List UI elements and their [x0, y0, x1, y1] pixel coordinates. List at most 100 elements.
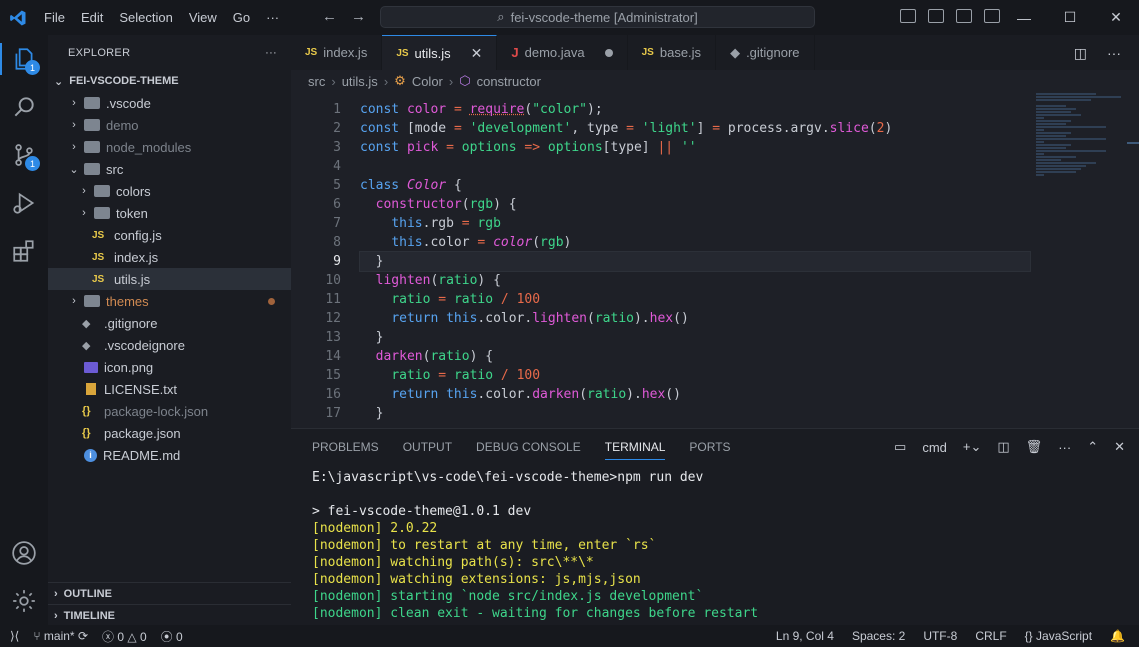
indentation[interactable]: Spaces: 2: [852, 629, 905, 643]
explorer-more-button[interactable]: ···: [265, 47, 277, 59]
more-actions-icon[interactable]: ···: [1058, 440, 1071, 455]
tree-item[interactable]: ◆ .vscodeignore: [48, 334, 291, 356]
tree-item[interactable]: › token: [48, 202, 291, 224]
tab-terminal[interactable]: TERMINAL: [604, 440, 666, 460]
scm-activity[interactable]: 1: [0, 131, 48, 179]
tab-base-js[interactable]: JS base.js: [628, 35, 717, 70]
outline-section[interactable]: › OUTLINE: [48, 582, 291, 604]
error-icon: ⓧ: [102, 629, 118, 644]
tree-item-label: config.js: [114, 227, 162, 243]
scrollbar-marker[interactable]: [1127, 142, 1139, 144]
close-window-icon[interactable]: ✕: [1093, 0, 1139, 35]
menu-go[interactable]: Go: [225, 10, 258, 25]
tab-output[interactable]: OUTPUT: [403, 440, 452, 454]
problems-item[interactable]: ⓧ 0 △ 0: [102, 628, 147, 645]
split-editor-icon[interactable]: ◫: [1074, 45, 1087, 62]
language-mode[interactable]: {} JavaScript: [1025, 629, 1092, 643]
tree-item[interactable]: JS config.js: [48, 224, 291, 246]
more-actions-icon[interactable]: ···: [1107, 45, 1121, 62]
terminal-shell-label[interactable]: cmd: [922, 440, 947, 455]
tree-item[interactable]: {} package-lock.json: [48, 400, 291, 422]
tree-item[interactable]: JS utils.js: [48, 268, 291, 290]
back-arrow-icon[interactable]: ←: [322, 8, 337, 25]
menu-more[interactable]: ···: [258, 10, 287, 25]
tree-item[interactable]: › colors: [48, 180, 291, 202]
toggle-panel-icon[interactable]: [928, 9, 944, 23]
remote-icon[interactable]: ⟩⟨: [10, 629, 19, 643]
minimap-line: [1036, 111, 1071, 113]
tree-item[interactable]: {} package.json: [48, 422, 291, 444]
terminal-output[interactable]: E:\javascript\vs-code\fei-vscode-theme>n…: [312, 469, 1112, 622]
tree-item[interactable]: › demo: [48, 114, 291, 136]
maximize-panel-icon[interactable]: ⌃: [1087, 439, 1098, 455]
cursor-position[interactable]: Ln 9, Col 4: [776, 629, 834, 643]
debug-activity[interactable]: [0, 179, 48, 227]
minimap-line: [1036, 138, 1106, 140]
timeline-section[interactable]: › TIMELINE: [48, 604, 291, 626]
manage-activity[interactable]: [0, 577, 48, 625]
search-icon: ⌕: [497, 9, 505, 24]
code-editor[interactable]: 1 2 3 4 5 6 7 8 9 10 11 12 13 14 15 16 17 const color = …: [291, 92, 1139, 428]
tree-item[interactable]: LICENSE.txt: [48, 378, 291, 400]
tree-item[interactable]: ◆ .gitignore: [48, 312, 291, 334]
tree-item[interactable]: icon.png: [48, 356, 291, 378]
workspace-root[interactable]: ⌄ FEI-VSCODE-THEME: [48, 70, 291, 92]
menu-edit[interactable]: Edit: [73, 10, 111, 25]
forward-arrow-icon[interactable]: →: [351, 8, 366, 25]
tree-item[interactable]: JS index.js: [48, 246, 291, 268]
close-tab-icon[interactable]: ✕: [471, 45, 483, 62]
tree-item[interactable]: ⌄ src: [48, 158, 291, 180]
menu-file[interactable]: File: [36, 10, 73, 25]
menu-selection[interactable]: Selection: [111, 10, 180, 25]
breadcrumb-class[interactable]: Color: [412, 74, 443, 89]
method-symbol-icon: ⬡: [459, 73, 471, 88]
menu-view[interactable]: View: [181, 10, 225, 25]
line-number: 13: [325, 330, 341, 345]
command-center[interactable]: ⌕ fei-vscode-theme [Administrator]: [380, 6, 815, 28]
breadcrumb-src[interactable]: src: [308, 74, 325, 89]
panel-actions: ▭ cmd +⌄ ◫ 🗑 ··· ⌃ ✕: [894, 439, 1125, 455]
new-terminal-icon[interactable]: +⌄: [963, 439, 981, 455]
tab-problems[interactable]: PROBLEMS: [312, 440, 379, 454]
explorer-activity[interactable]: 1: [0, 35, 48, 83]
tree-item[interactable]: › node_modules: [48, 136, 291, 158]
close-panel-icon[interactable]: ✕: [1114, 439, 1125, 455]
tab-demo-java[interactable]: J demo.java: [497, 35, 628, 70]
code-line: }: [375, 330, 384, 345]
split-terminal-icon[interactable]: ◫: [997, 439, 1009, 455]
toggle-sidebar-icon[interactable]: [900, 9, 916, 23]
notifications-bell-icon[interactable]: 🔔: [1110, 629, 1125, 643]
search-activity[interactable]: [0, 83, 48, 131]
tab-utils-js[interactable]: JS utils.js ✕: [382, 35, 498, 70]
accounts-activity[interactable]: [0, 529, 48, 577]
extensions-activity[interactable]: [0, 227, 48, 275]
tree-item[interactable]: › .vscode: [48, 92, 291, 114]
ports-item[interactable]: ⦿ 0: [161, 628, 183, 645]
encoding[interactable]: UTF-8: [923, 629, 957, 643]
tab-index-js[interactable]: JS index.js: [291, 35, 383, 70]
timeline-label: TIMELINE: [63, 609, 116, 622]
end-of-line[interactable]: CRLF: [975, 629, 1006, 643]
maximize-icon[interactable]: ☐: [1047, 0, 1093, 35]
branch-item[interactable]: ⑂ main* ⟳: [33, 629, 88, 643]
tab-debug-console[interactable]: DEBUG CONSOLE: [476, 440, 581, 454]
customize-layout-icon[interactable]: [984, 9, 1000, 23]
minimize-icon[interactable]: —: [1001, 0, 1047, 35]
tab-ports[interactable]: PORTS: [689, 440, 730, 454]
chevron-right-icon: ›: [72, 141, 76, 153]
breadcrumb-method[interactable]: constructor: [477, 74, 541, 89]
minimap-line: [1036, 162, 1096, 164]
tree-item[interactable]: i README.md: [48, 444, 291, 466]
file-tree: › .vscode › demo › node_modules ⌄ src › colors › to…: [48, 92, 291, 466]
minimap[interactable]: [1036, 92, 1126, 212]
breadcrumb: src › utils.js › ⚙ Color › ⬡ constructor: [291, 70, 1139, 92]
tab-gitignore[interactable]: ◆ .gitignore: [716, 35, 815, 70]
tree-item[interactable]: › themes: [48, 290, 291, 312]
code-lines[interactable]: const color = require("color"); const [m…: [359, 100, 1031, 423]
toggle-secondary-sidebar-icon[interactable]: [956, 9, 972, 23]
breadcrumb-file[interactable]: utils.js: [342, 74, 378, 89]
minimap-line: [1036, 159, 1061, 161]
trash-icon[interactable]: 🗑: [1026, 439, 1043, 455]
explorer-badge: 1: [25, 60, 40, 75]
